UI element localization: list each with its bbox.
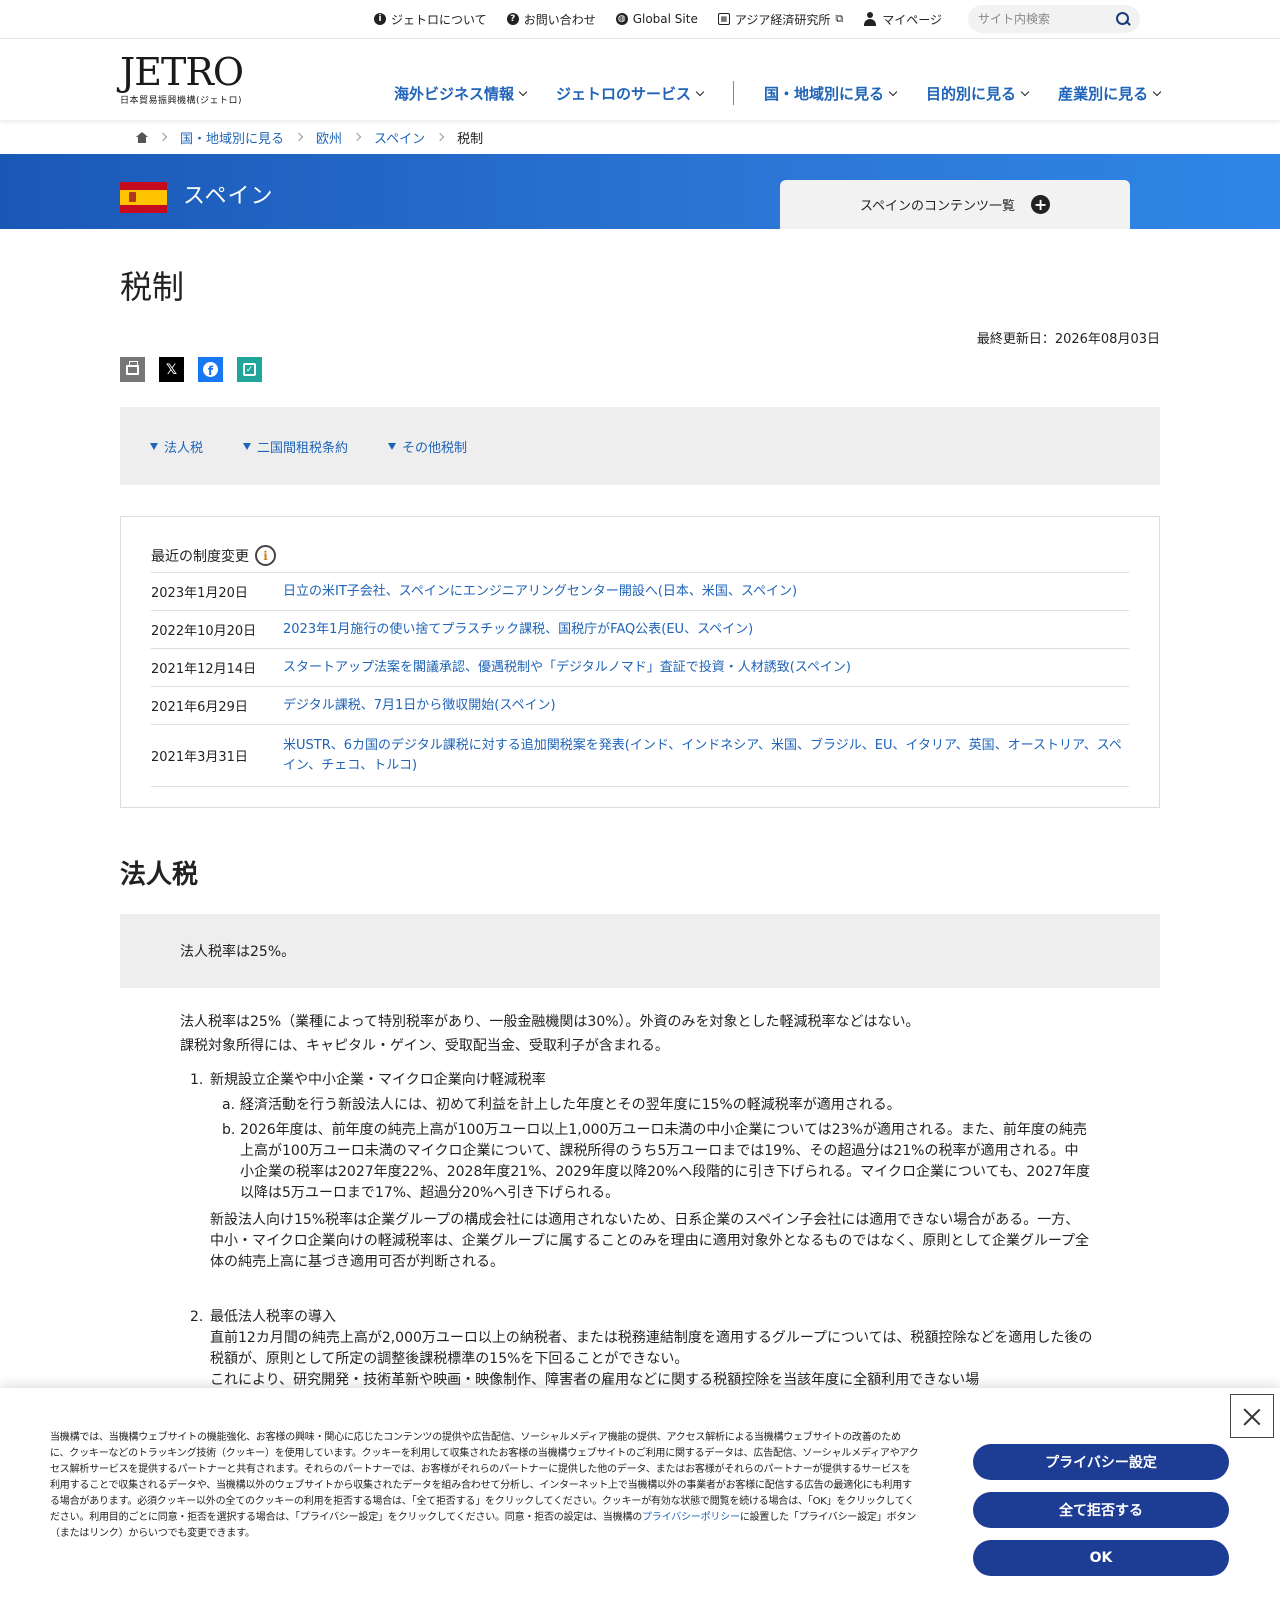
building-icon: ▦: [717, 13, 730, 25]
global-site-link[interactable]: ◍ Global Site: [615, 12, 698, 26]
ide-link[interactable]: ▦ アジア経済研究所 ⧉: [717, 11, 844, 28]
list-item: 2021年12月14日 スタートアップ法案を閣議承認、優遇税制や「デジタルノマド…: [151, 649, 1129, 687]
info-icon: i: [374, 13, 387, 25]
home-icon[interactable]: [136, 131, 148, 143]
country-banner: スペイン スペインのコンテンツ一覧 +: [0, 154, 1280, 229]
list-item: 2021年3月31日 米USTR、6カ国のデジタル課税に対する追加関税案を発表(…: [151, 725, 1129, 787]
breadcrumb-by-country[interactable]: 国・地域別に見る: [180, 128, 284, 147]
breadcrumb: 国・地域別に見る 欧州 スペイン 税制: [0, 120, 1280, 154]
question-icon: ?: [506, 13, 519, 25]
section-title: 法人税: [120, 860, 199, 890]
nav-by-industry[interactable]: 産業別に見る: [1058, 83, 1162, 104]
list-item-1: 1. 新規設立企業や中小企業・マイクロ企業向け軽減税率 a. 経済活動を行う新設法人…: [190, 1072, 1091, 1270]
change-link[interactable]: 2023年1月施行の使い捨てプラスチック課税、国税庁がFAQ公表(EU、スペイン…: [283, 620, 753, 640]
spain-flag-icon: [120, 182, 167, 213]
chevron-right-icon: [294, 132, 304, 142]
search-icon[interactable]: [1116, 12, 1130, 26]
cookie-close-button[interactable]: [1230, 1394, 1274, 1438]
chevron-right-icon: [435, 132, 445, 142]
clip-button[interactable]: ✓: [237, 357, 262, 382]
list-item-2: 2. 最低法人税率の導入 直前12カ月間の純売上高が2,000万ユーロ以上の納税者…: [190, 1309, 1093, 1388]
cookie-text: 当機構では、当機構ウェブサイトの機能強化、お客様の興味・関心に応じたコンテンツの…: [50, 1432, 919, 1539]
jetro-logo[interactable]: JETRO 日本貿易振興機構(ジェトロ): [120, 53, 260, 106]
anchor-links: 法人税 二国間租税条約 その他税制: [120, 407, 1160, 485]
chevron-down-icon: [518, 87, 528, 96]
anchor-tax-treaty[interactable]: 二国間租税条約: [243, 437, 348, 456]
recent-changes-heading: 最近の制度変更 i: [151, 539, 1129, 573]
section-summary: 法人税率は25%。: [120, 914, 1160, 988]
chevron-down-icon: [888, 87, 898, 96]
coat-of-arms-icon: [129, 192, 136, 202]
chevron-down-icon: [695, 87, 705, 96]
printer-icon: [126, 360, 139, 375]
cookie-banner: 当機構では、当機構ウェブサイトの機能強化、お客様の興味・関心に応じたコンテンツの…: [0, 1388, 1280, 1600]
country-content-list-button[interactable]: スペインのコンテンツ一覧 +: [780, 180, 1130, 229]
facebook-icon: f: [203, 362, 218, 377]
triangle-down-icon: [243, 442, 252, 450]
share-bar: 𝕏 f ✓: [120, 357, 262, 382]
recent-changes: 最近の制度変更 i 2023年1月20日 日立の米IT子会社、スペインにエンジニ…: [120, 516, 1160, 808]
list-item: 2023年1月20日 日立の米IT子会社、スペインにエンジニアリングセンター開設…: [151, 573, 1129, 611]
search-input[interactable]: [978, 12, 1116, 26]
privacy-policy-link[interactable]: プライバシーポリシー: [642, 1512, 740, 1523]
mypage-link[interactable]: マイページ: [863, 11, 942, 28]
checkbox-icon: ✓: [243, 363, 256, 376]
chevron-right-icon: [352, 132, 362, 142]
print-button[interactable]: [120, 357, 145, 382]
chevron-down-icon: [1152, 87, 1162, 96]
plus-circle-icon: +: [1031, 195, 1051, 214]
privacy-settings-button[interactable]: プライバシー設定: [973, 1444, 1229, 1480]
global-nav: 海外ビジネス情報 ジェトロのサービス 国・地域別に見る 目的別に見る 産業別に見…: [394, 81, 1190, 105]
reject-all-button[interactable]: 全て拒否する: [973, 1492, 1229, 1528]
last-updated: 最終更新日：2026年08月03日: [976, 332, 1160, 347]
page-title: 税制: [120, 268, 185, 306]
info-icon[interactable]: i: [255, 545, 276, 566]
nav-overseas-business[interactable]: 海外ビジネス情報: [394, 83, 528, 104]
x-logo-icon: 𝕏: [165, 361, 178, 378]
utility-bar: i ジェトロについて ? お問い合わせ ◍ Global Site ▦ アジア経済研究所…: [0, 0, 1280, 38]
site-search: [968, 5, 1140, 33]
list-item: 2021年6月29日 デジタル課税、7月1日から徴収開始(スペイン): [151, 687, 1129, 725]
user-icon: [863, 12, 877, 26]
breadcrumb-current: 税制: [457, 131, 484, 147]
breadcrumb-europe[interactable]: 欧州: [316, 128, 342, 147]
contact-link[interactable]: ? お問い合わせ: [506, 11, 596, 28]
change-link[interactable]: 米USTR、6カ国のデジタル課税に対する追加関税案を発表(インド、インドネシア、…: [283, 736, 1129, 776]
globe-icon: ◍: [615, 13, 628, 25]
chevron-down-icon: [1020, 87, 1030, 96]
breadcrumb-spain[interactable]: スペイン: [374, 128, 425, 147]
nav-divider: [733, 81, 735, 105]
chevron-right-icon: [158, 132, 168, 142]
close-icon: [1243, 1407, 1261, 1425]
nav-by-country[interactable]: 国・地域別に見る: [764, 83, 898, 104]
ok-button[interactable]: OK: [973, 1540, 1229, 1576]
main-header: JETRO 日本貿易振興機構(ジェトロ) 海外ビジネス情報 ジェトロのサービス …: [0, 38, 1280, 120]
country-title: スペイン: [183, 184, 274, 209]
change-link[interactable]: デジタル課税、7月1日から徴収開始(スペイン): [283, 696, 556, 716]
change-link[interactable]: スタートアップ法案を閣議承認、優遇税制や「デジタルノマド」査証で投資・人材誘致(…: [283, 658, 851, 678]
nav-services[interactable]: ジェトロのサービス: [556, 83, 705, 104]
about-link[interactable]: i ジェトロについて: [374, 11, 487, 28]
anchor-corporate-tax[interactable]: 法人税: [150, 437, 203, 456]
nav-by-purpose[interactable]: 目的別に見る: [926, 83, 1030, 104]
share-facebook-button[interactable]: f: [198, 357, 223, 382]
triangle-down-icon: [388, 442, 397, 450]
list-item: 2022年10月20日 2023年1月施行の使い捨てプラスチック課税、国税庁がF…: [151, 611, 1129, 649]
external-link-icon: ⧉: [835, 12, 844, 25]
change-link[interactable]: 日立の米IT子会社、スペインにエンジニアリングセンター開設へ(日本、米国、スペイ…: [283, 582, 797, 602]
anchor-other-tax[interactable]: その他税制: [388, 437, 467, 456]
section-body: 法人税率は25%（業種によって特別税率があり、一般金融機関は30%）。外資のみを…: [180, 1014, 920, 1054]
triangle-down-icon: [150, 442, 158, 450]
share-x-button[interactable]: 𝕏: [159, 357, 184, 382]
